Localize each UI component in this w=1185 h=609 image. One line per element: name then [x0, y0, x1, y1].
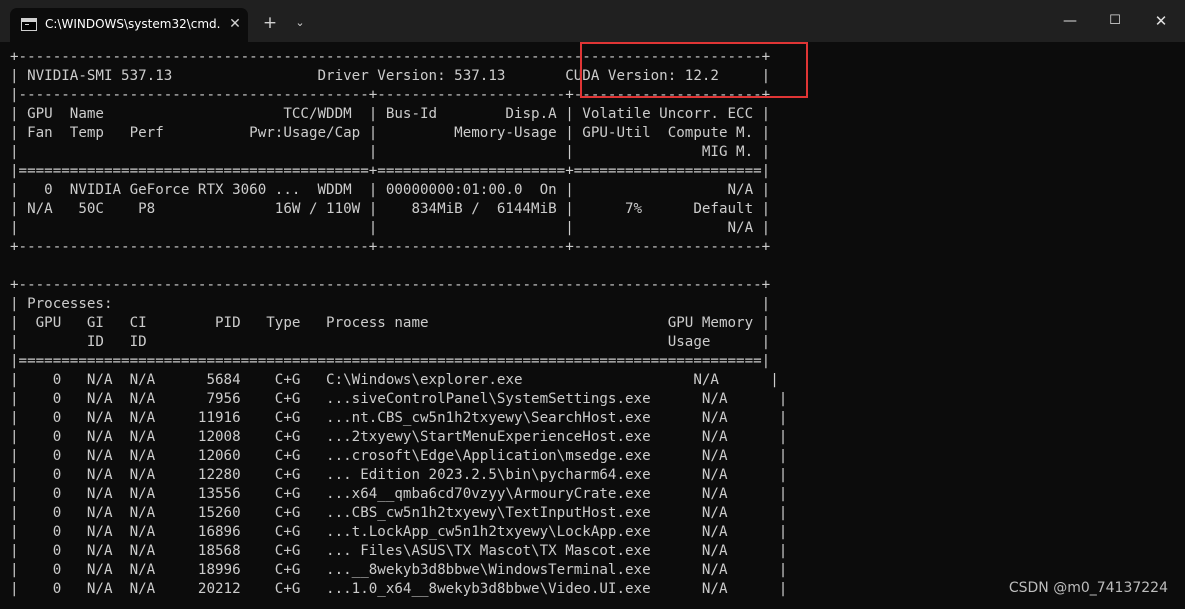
terminal-line: | 0 N/A N/A 13556 C+G ...x64__qmba6cd70v… [10, 486, 788, 502]
terminal-line: | 0 N/A N/A 7956 C+G ...siveControlPanel… [10, 391, 788, 407]
terminal-line: |=======================================… [10, 353, 771, 369]
tab-cmd[interactable]: C:\WINDOWS\system32\cmd. ✕ [10, 8, 248, 42]
terminal-output[interactable]: +---------------------------------------… [10, 48, 1170, 609]
terminal-line: | Fan Temp Perf Pwr:Usage/Cap | Memory-U… [10, 125, 771, 141]
chevron-down-icon[interactable]: ⌄ [290, 13, 310, 33]
terminal-line: | N/A 50C P8 16W / 110W | 834MiB / 6144M… [10, 201, 771, 217]
terminal-line: | 0 N/A N/A 12008 C+G ...2txyewy\StartMe… [10, 429, 788, 445]
terminal-line: | GPU GI CI PID Type Process name GPU Me… [10, 315, 771, 331]
terminal-line: | 0 N/A N/A 18996 C+G ...__8wekyb3d8bbwe… [10, 562, 788, 578]
terminal-line: | NVIDIA-SMI 537.13 Driver Version: 537.… [10, 68, 771, 84]
title-bar: C:\WINDOWS\system32\cmd. ✕ + ⌄ — ☐ ✕ [0, 0, 1185, 42]
terminal-line: | 0 N/A N/A 16896 C+G ...t.LockApp_cw5n1… [10, 524, 788, 540]
terminal-line: | 0 N/A N/A 12280 C+G ... Edition 2023.2… [10, 467, 788, 483]
terminal-line: +---------------------------------------… [10, 277, 771, 293]
terminal-line: | 0 N/A N/A 20212 C+G ...1.0_x64__8wekyb… [10, 581, 788, 597]
terminal-line: | | | MIG M. | [10, 144, 771, 160]
terminal-line: | GPU Name TCC/WDDM | Bus-Id Disp.A | Vo… [10, 106, 771, 122]
terminal-line: | 0 N/A N/A 11916 C+G ...nt.CBS_cw5n1h2t… [10, 410, 788, 426]
terminal-line: | 0 N/A N/A 12060 C+G ...crosoft\Edge\Ap… [10, 448, 788, 464]
close-button[interactable]: ✕ [1138, 0, 1184, 42]
terminal-line: | Processes: | [10, 296, 771, 312]
tab-close-icon[interactable]: ✕ [225, 14, 245, 34]
terminal-line: | 0 N/A N/A 18568 C+G ... Files\ASUS\TX … [10, 543, 788, 559]
watermark: CSDN @m0_74137224 [1008, 580, 1168, 596]
maximize-button[interactable]: ☐ [1092, 0, 1138, 42]
tab-title: C:\WINDOWS\system32\cmd. [45, 17, 221, 31]
minimize-button[interactable]: — [1047, 0, 1093, 42]
terminal-line: |---------------------------------------… [10, 87, 771, 103]
terminal-line: | 0 NVIDIA GeForce RTX 3060 ... WDDM | 0… [10, 182, 771, 198]
terminal-line: | 0 N/A N/A 5684 C+G C:\Windows\explorer… [10, 372, 779, 388]
terminal-line: +---------------------------------------… [10, 49, 771, 65]
terminal-line: | ID ID Usage | [10, 334, 771, 350]
terminal-line: | 0 N/A N/A 15260 C+G ...CBS_cw5n1h2txye… [10, 505, 788, 521]
terminal-line: +---------------------------------------… [10, 239, 771, 255]
terminal-window: C:\WINDOWS\system32\cmd. ✕ + ⌄ — ☐ ✕ +--… [0, 0, 1185, 609]
new-tab-button[interactable]: + [259, 12, 281, 34]
nvidia-smi-output: +---------------------------------------… [10, 48, 1170, 599]
terminal-line: |=======================================… [10, 163, 771, 179]
terminal-line: | | | N/A | [10, 220, 771, 236]
terminal-icon [21, 18, 37, 31]
